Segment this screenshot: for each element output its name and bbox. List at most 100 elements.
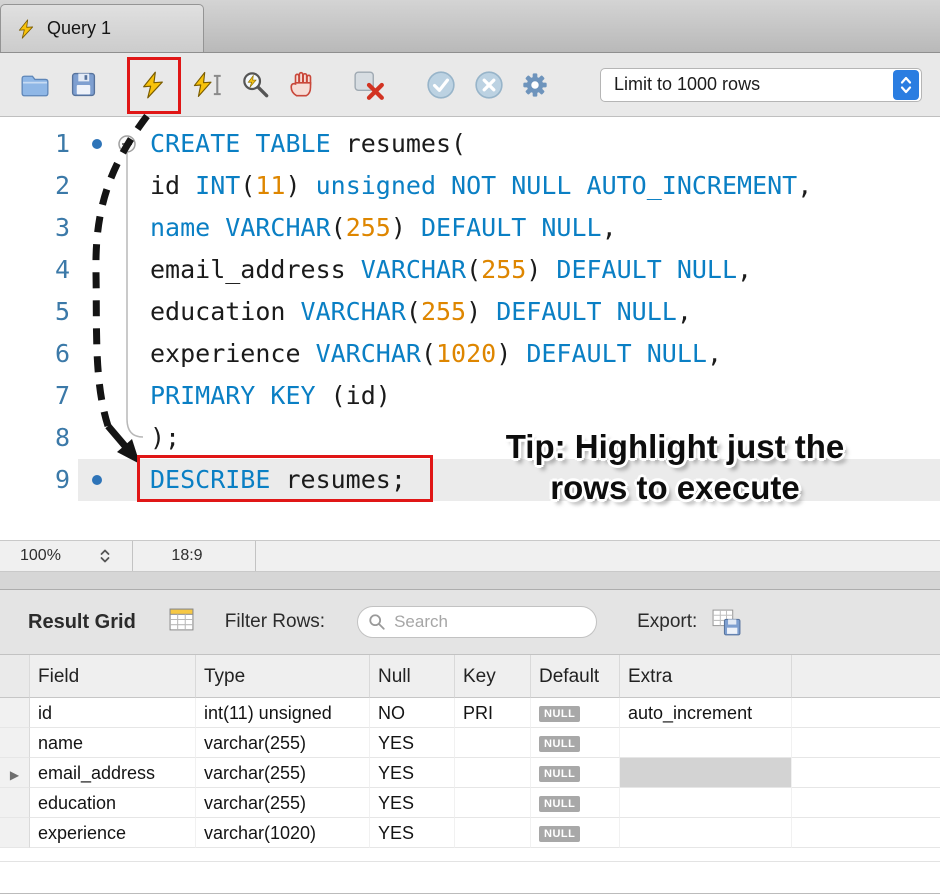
tip-line-1: Tip: Highlight just the — [505, 428, 845, 465]
column-header-field[interactable]: Field — [30, 655, 196, 698]
code-line-4[interactable]: 4 email_address VARCHAR(255) DEFAULT NULL… — [0, 249, 940, 291]
cell-filler[interactable] — [792, 698, 940, 728]
cell-default[interactable]: NULL — [531, 698, 620, 728]
table-row[interactable]: experience varchar(1020) YES NULL — [0, 818, 940, 848]
cell-field[interactable]: name — [30, 728, 196, 758]
table-row[interactable]: ▶ email_address varchar(255) YES NULL — [0, 758, 940, 788]
code-line-1[interactable]: 1 CREATE TABLE resumes( — [0, 123, 940, 165]
autocommit-button[interactable] — [516, 66, 554, 104]
null-badge: NULL — [539, 796, 581, 812]
cell-type[interactable]: varchar(1020) — [196, 818, 370, 848]
cursor-position: 18:9 — [171, 547, 203, 564]
cell-type[interactable]: int(11) unsigned — [196, 698, 370, 728]
rollback-button[interactable] — [470, 66, 508, 104]
row-selector[interactable] — [0, 698, 30, 728]
commit-button[interactable] — [422, 66, 460, 104]
column-header-extra[interactable]: Extra — [620, 655, 792, 698]
cell-extra[interactable] — [620, 818, 792, 848]
commit-check-icon — [427, 70, 455, 99]
limit-rows-dropdown[interactable]: Limit to 1000 rows — [600, 67, 922, 102]
row-selector[interactable]: ▶ — [0, 758, 30, 788]
cell-default[interactable]: NULL — [531, 728, 620, 758]
cell-key[interactable] — [455, 728, 531, 758]
cell-null[interactable]: YES — [370, 788, 455, 818]
mysql-workbench-query-window: Query 1 Limit to 1000 rows 1 CREATE TABL… — [0, 0, 940, 894]
cell-key[interactable] — [455, 818, 531, 848]
column-header-null[interactable]: Null — [370, 655, 455, 698]
cell-key[interactable]: PRI — [455, 698, 531, 728]
line-number: 3 — [54, 213, 70, 242]
cell-null[interactable]: YES — [370, 758, 455, 788]
column-header-type[interactable]: Type — [196, 655, 370, 698]
dropdown-stepper-icon — [893, 69, 919, 100]
code-line-2[interactable]: 2 id INT(11) unsigned NOT NULL AUTO_INCRE… — [0, 165, 940, 207]
line-number: 6 — [54, 339, 70, 368]
pane-splitter[interactable] — [0, 572, 940, 590]
export-button[interactable] — [711, 607, 742, 638]
null-badge: NULL — [539, 766, 581, 782]
grid-header: Field Type Null Key Default Extra — [0, 655, 940, 698]
cell-extra[interactable]: auto_increment — [620, 698, 792, 728]
cell-type[interactable]: varchar(255) — [196, 788, 370, 818]
query-tab-bar: Query 1 — [0, 0, 940, 53]
code-text: experience VARCHAR(1020) DEFAULT NULL, — [150, 339, 723, 368]
table-row[interactable]: id int(11) unsigned NO PRI NULL auto_incremen… — [0, 698, 940, 728]
table-row[interactable]: education varchar(255) YES NULL — [0, 788, 940, 818]
cell-filler[interactable] — [792, 758, 940, 788]
result-grid-title: Result Grid — [28, 610, 136, 633]
cell-filler[interactable] — [792, 728, 940, 758]
row-selector[interactable] — [0, 818, 30, 848]
explain-button[interactable] — [236, 66, 274, 104]
cell-field[interactable]: id — [30, 698, 196, 728]
editor-margin — [78, 165, 150, 207]
line-number: 4 — [54, 255, 70, 284]
cell-type[interactable]: varchar(255) — [196, 728, 370, 758]
stop-button[interactable] — [284, 66, 322, 104]
search-input[interactable] — [357, 606, 598, 638]
tab-query-1[interactable]: Query 1 — [0, 4, 204, 52]
cell-type[interactable]: varchar(255) — [196, 758, 370, 788]
cell-default[interactable]: NULL — [531, 818, 620, 848]
execute-button[interactable] — [134, 66, 172, 104]
status-divider — [255, 541, 256, 571]
null-badge: NULL — [539, 736, 581, 752]
cell-filler[interactable] — [792, 818, 940, 848]
toggle-stop-on-error-button[interactable] — [350, 66, 388, 104]
zoom-stepper[interactable] — [92, 543, 118, 569]
code-line-5[interactable]: 5 education VARCHAR(255) DEFAULT NULL, — [0, 291, 940, 333]
cell-field[interactable]: education — [30, 788, 196, 818]
save-script-button[interactable] — [64, 66, 102, 104]
result-grid-icon[interactable] — [168, 606, 195, 638]
tip-annotation: Tip: Highlight just the rows to execute — [440, 426, 910, 508]
cell-filler[interactable] — [792, 788, 940, 818]
cell-extra[interactable] — [620, 788, 792, 818]
cell-null[interactable]: YES — [370, 818, 455, 848]
cell-key[interactable] — [455, 788, 531, 818]
header-filler — [792, 655, 940, 698]
row-selector[interactable] — [0, 788, 30, 818]
code-line-7[interactable]: 7 PRIMARY KEY (id) — [0, 375, 940, 417]
cell-null[interactable]: YES — [370, 728, 455, 758]
tip-line-2: rows to execute — [550, 469, 800, 506]
editor-margin — [78, 249, 150, 291]
code-text: email_address VARCHAR(255) DEFAULT NULL, — [150, 255, 753, 284]
cell-extra[interactable] — [620, 758, 792, 788]
cell-null[interactable]: NO — [370, 698, 455, 728]
cell-default[interactable]: NULL — [531, 788, 620, 818]
code-line-3[interactable]: 3 name VARCHAR(255) DEFAULT NULL, — [0, 207, 940, 249]
open-script-button[interactable] — [16, 66, 54, 104]
cell-extra[interactable] — [620, 728, 792, 758]
column-header-default[interactable]: Default — [531, 655, 620, 698]
cell-key[interactable] — [455, 758, 531, 788]
code-line-6[interactable]: 6 experience VARCHAR(1020) DEFAULT NULL, — [0, 333, 940, 375]
cell-field[interactable]: email_address — [30, 758, 196, 788]
search-icon — [369, 614, 385, 630]
grid-body: id int(11) unsigned NO PRI NULL auto_incremen… — [0, 698, 940, 848]
execute-current-button[interactable] — [188, 66, 226, 104]
row-selector[interactable] — [0, 728, 30, 758]
column-header-key[interactable]: Key — [455, 655, 531, 698]
table-row[interactable]: name varchar(255) YES NULL — [0, 728, 940, 758]
editor-margin — [78, 333, 150, 375]
cell-field[interactable]: experience — [30, 818, 196, 848]
cell-default[interactable]: NULL — [531, 758, 620, 788]
